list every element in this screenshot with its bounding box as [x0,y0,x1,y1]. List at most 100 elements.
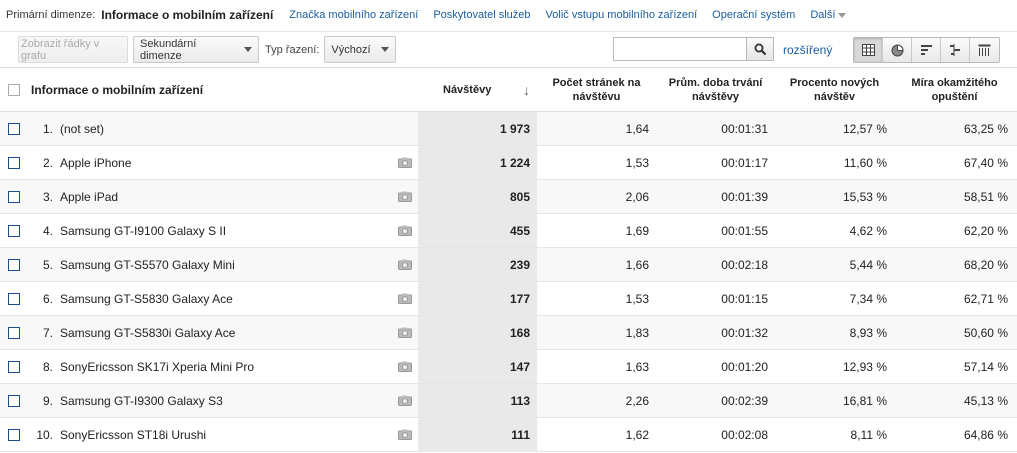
row-new-visits: 8,93 % [849,325,887,340]
comparison-view-button[interactable] [941,38,970,62]
row-checkbox[interactable] [8,224,20,237]
row-checkbox[interactable] [8,122,20,135]
table-row: 8. SonyEricsson SK17i Xperia Mini Pro 147 1… [0,350,1017,384]
header-device-info[interactable]: Informace o mobilním zařízení [28,68,418,111]
performance-view-button[interactable] [912,38,941,62]
header-visits[interactable]: Návštěvy ↓ [418,68,537,111]
row-checkbox[interactable] [8,428,20,441]
row-checkbox-cell [0,122,28,135]
row-device-name-cell: Samsung GT-S5830 Galaxy Ace [60,292,418,306]
pivot-view-button[interactable] [970,38,999,62]
header-new-visits[interactable]: Procento nových návštěv [775,68,894,111]
row-device-name[interactable]: Apple iPhone [60,156,131,170]
row-new-visits: 16,81 % [842,393,887,408]
chevron-down-icon [381,47,390,52]
search-icon [754,43,766,55]
row-new-visits: 8,11 % [850,427,887,442]
search-button[interactable] [746,37,774,61]
select-all-checkbox[interactable] [8,83,20,96]
row-device-name-cell: (not set) [60,122,418,136]
camera-icon[interactable] [398,361,412,372]
camera-icon[interactable] [398,225,412,236]
row-visits: 455 [418,214,537,247]
plot-rows-label: Zobrazit řádky v grafu [21,37,100,62]
camera-icon[interactable] [398,191,412,202]
primary-dimension-label: Primární dimenze: [6,9,96,21]
row-device-name[interactable]: Samsung GT-S5830 Galaxy Ace [60,292,233,306]
camera-icon[interactable] [398,395,412,406]
dimension-device-info[interactable]: Informace o mobilním zařízení [101,8,273,22]
row-bounce-rate: 68,20 % [963,257,1008,272]
plot-rows-button[interactable]: Zobrazit řádky v grafu [18,36,128,63]
row-visits: 111 [418,418,537,451]
camera-icon[interactable] [398,157,412,168]
row-device-name[interactable]: Apple iPad [60,190,118,204]
row-avg-duration: 00:01:39 [721,189,768,204]
row-checkbox-cell [0,190,28,203]
sort-type-value: Výchozí [331,43,371,56]
row-checkbox[interactable] [8,190,20,203]
row-avg-duration: 00:02:39 [721,393,768,408]
dimension-more-dropdown[interactable]: Další [810,9,847,21]
advanced-filter-link[interactable]: rozšířený [783,43,832,57]
row-pages-per-visit: 1,53 [625,155,649,170]
chevron-down-icon [244,47,252,52]
row-pages-per-visit: 1,64 [625,121,649,136]
chevron-down-icon [838,12,847,18]
dimension-input-selector[interactable]: Volič vstupu mobilního zařízení [546,9,698,21]
pie-view-button[interactable] [883,38,912,62]
table-view-button[interactable] [854,38,883,62]
sort-type-dropdown[interactable]: Výchozí [324,36,397,63]
row-index: 6. [42,291,53,306]
camera-icon[interactable] [398,293,412,304]
row-device-name[interactable]: Samsung GT-I9100 Galaxy S II [60,224,226,238]
row-index: 7. [42,325,53,340]
dimension-operating-system[interactable]: Operační systém [712,9,795,21]
row-checkbox[interactable] [8,156,20,169]
secondary-dimension-dropdown[interactable]: Sekundární dimenze [133,36,259,63]
row-visits: 113 [418,384,537,417]
header-new-label: Procento nových návštěv [789,76,880,103]
row-device-name[interactable]: (not set) [60,122,104,136]
row-checkbox[interactable] [8,394,20,407]
row-pages-per-visit: 1,53 [625,291,649,306]
row-avg-duration: 00:02:08 [721,427,768,442]
row-bounce-rate: 58,51 % [963,189,1008,204]
header-bounce-rate[interactable]: Míra okamžitého opuštění [894,68,1015,111]
table-header-row: Informace o mobilním zařízení Návštěvy ↓ … [0,67,1017,112]
sort-type-label: Typ řazení: [265,43,320,56]
row-pages-per-visit: 1,83 [625,325,649,340]
row-device-name-cell: Samsung GT-I9300 Galaxy S3 [60,394,418,408]
row-device-name[interactable]: Samsung GT-S5830i Galaxy Ace [60,326,235,340]
header-pages-per-visit[interactable]: Počet stránek na návštěvu [537,68,656,111]
row-index: 1. [42,121,53,136]
table-row: 1. (not set) 1 973 1,64 00:01:31 12,57 % 63,25… [0,112,1017,146]
camera-icon[interactable] [398,327,412,338]
row-checkbox-cell [0,360,28,373]
row-bounce-rate: 50,60 % [963,325,1008,340]
row-checkbox[interactable] [8,292,20,305]
row-checkbox[interactable] [8,360,20,373]
dimension-service-provider[interactable]: Poskytovatel služeb [433,9,530,21]
row-index: 8. [42,359,53,374]
row-new-visits: 15,53 % [842,189,887,204]
header-bounce-label: Míra okamžitého opuštění [911,76,998,103]
dimension-device-brand[interactable]: Značka mobilního zařízení [289,9,418,21]
camera-icon[interactable] [398,429,412,440]
pie-icon [891,43,904,56]
row-checkbox[interactable] [8,326,20,339]
header-avg-duration[interactable]: Prům. doba trvání návštěvy [656,68,775,111]
row-device-name[interactable]: SonyEricsson SK17i Xperia Mini Pro [60,360,254,374]
table-row: 5. Samsung GT-S5570 Galaxy Mini 239 1,66 00:… [0,248,1017,282]
row-index: 10. [36,427,53,442]
row-device-name[interactable]: Samsung GT-I9300 Galaxy S3 [60,394,223,408]
row-pages-per-visit: 1,63 [625,359,649,374]
view-switcher [853,37,1000,63]
row-visits: 168 [418,316,537,349]
row-device-name-cell: Samsung GT-S5570 Galaxy Mini [60,258,418,272]
camera-icon[interactable] [398,259,412,270]
search-input[interactable] [613,37,746,61]
row-device-name[interactable]: Samsung GT-S5570 Galaxy Mini [60,258,235,272]
row-checkbox[interactable] [8,258,20,271]
row-device-name[interactable]: SonyEricsson ST18i Urushi [60,428,206,442]
